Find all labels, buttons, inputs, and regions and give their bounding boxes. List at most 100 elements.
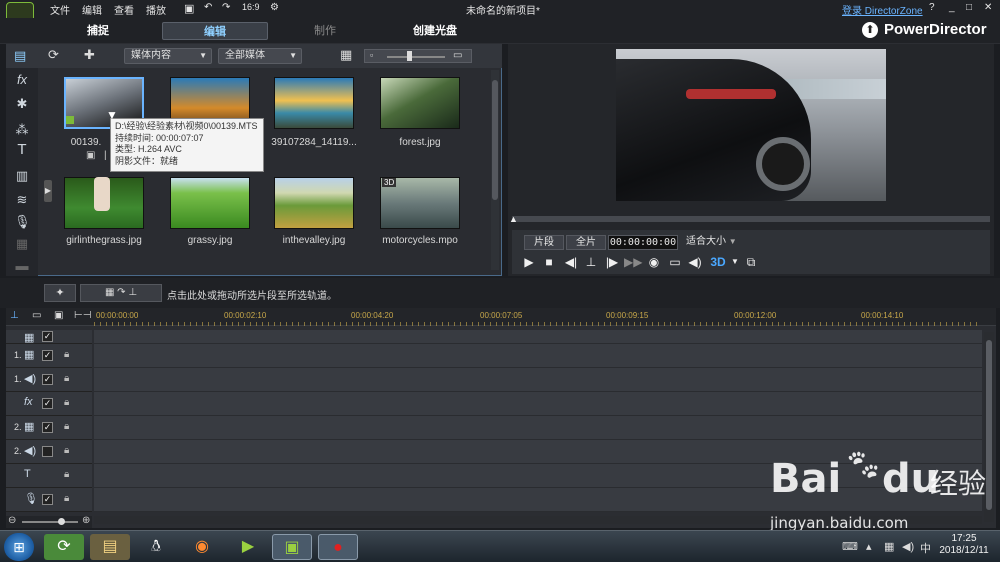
track-lane[interactable] [94,392,982,416]
expand-panel-handle[interactable]: ▶ [44,180,52,202]
track-enable-checkbox[interactable]: ✓ [42,331,53,342]
tab-produce[interactable]: 制作 [290,22,360,40]
pip-icon[interactable]: ✱ [14,96,30,112]
upgrade-icon[interactable]: ⬆ [862,22,878,38]
maximize-button[interactable]: □ [966,2,972,13]
track-enable-checkbox[interactable]: ✓ [42,350,53,361]
save-icon[interactable]: ▣ [184,2,194,15]
play-icon[interactable]: ▶ [521,254,537,270]
lock-icon[interactable]: 🔒︎ [64,421,69,432]
taskbar-app-recorder[interactable]: ● [318,534,358,560]
speaker-icon[interactable]: ◀) [902,540,914,553]
thumbnail-size-slider[interactable]: ▫ ▭ [364,49,472,63]
minimize-button[interactable]: _ [949,2,955,13]
taskbar-clock[interactable]: 17:25 2018/12/11 [932,533,996,557]
3d-mode-button[interactable]: 3D [710,254,726,270]
start-button[interactable]: ⊞ [4,533,34,561]
track-enable-checkbox[interactable]: ✓ [42,374,53,385]
zoom-handle[interactable] [58,518,65,525]
fast-forward-icon[interactable]: ▶▶ [624,254,642,270]
insert-to-track-button[interactable]: ▦ ↷ ⊥ [80,284,162,302]
undo-icon[interactable]: ↶ [204,2,212,13]
taskbar-app-media[interactable]: ▶ [228,534,268,560]
media-filter-dropdown[interactable]: 媒体内容 ▼ [124,48,212,64]
track-enable-checkbox[interactable]: ✓ [42,422,53,433]
tab-create-disc[interactable]: 创建光盘 [398,22,472,40]
timecode-display[interactable]: 00:00:00:00 [608,235,678,250]
media-room-icon[interactable]: ▤ [14,48,26,64]
track-manager-icon[interactable]: ▭ [32,310,41,321]
track-enable-checkbox[interactable] [42,446,53,457]
particle-icon[interactable]: ⁂ [14,122,30,138]
media-thumb-forest[interactable] [380,77,460,129]
lock-icon[interactable]: 🔒︎ [64,349,69,360]
ime-icon[interactable]: 中 [920,540,931,556]
taskbar-app-360[interactable]: ⟳ [44,534,84,560]
track-lane[interactable] [94,344,982,368]
clip-mode-button[interactable]: 片段 [524,235,564,250]
taskbar-app-qq[interactable]: 🐧︎ [136,534,176,560]
tray-expand-icon[interactable]: ▴ [866,540,872,553]
keyboard-icon[interactable]: ⌨ [842,540,858,553]
undock-icon[interactable]: ⧉ [743,254,759,270]
voiceover-icon[interactable]: 🎙 [14,214,31,230]
storyboard-icon[interactable]: ⊥ [10,310,19,321]
menu-file[interactable]: 文件 [50,2,70,17]
preview-seekbar[interactable] [512,216,990,222]
fit-timeline-icon[interactable]: ⊢⊣ [74,310,91,321]
chapter-icon[interactable]: ▦ [14,236,30,252]
network-icon[interactable]: ▦ [884,540,894,553]
snapshot-icon[interactable]: ◉ [646,254,662,270]
zoom-out-icon[interactable]: ⊖ [8,515,16,526]
tab-capture[interactable]: 捕捉 [60,22,136,40]
audio-mix-icon[interactable]: ≋ [14,192,30,208]
menu-view[interactable]: 查看 [114,2,134,17]
media-thumb-grassy[interactable] [170,177,250,229]
lock-icon[interactable]: 🔒︎ [64,397,69,408]
taskbar-app-explorer[interactable]: ▤ [90,534,130,560]
lock-icon[interactable]: 🔒︎ [64,373,69,384]
stop-icon[interactable]: ■ [541,254,557,270]
preview-quality-icon[interactable]: ▭ [667,254,683,270]
volume-icon[interactable]: ◀) [687,254,703,270]
media-thumb-inthevalley[interactable] [274,177,354,229]
redo-icon[interactable]: ↷ [222,2,230,13]
seek-handle-icon[interactable]: ▲ [509,214,518,224]
login-link[interactable]: 登录 DirectorZone [842,2,923,17]
next-frame-icon[interactable]: |▶ [604,254,620,270]
zoom-in-icon[interactable]: ⊕ [82,515,90,526]
chevron-down-icon[interactable]: ▼ [727,254,743,270]
transition-icon[interactable]: ▥ [14,168,30,184]
library-scroll-thumb[interactable] [492,80,498,200]
media-type-dropdown[interactable]: 全部媒体 ▼ [218,48,302,64]
grid-view-icon[interactable]: ▦ [340,47,352,63]
media-thumb-39107284[interactable] [274,77,354,129]
track-lane[interactable] [94,368,982,392]
marker-icon[interactable]: ▣ [54,310,63,321]
track-enable-checkbox[interactable]: ✓ [42,398,53,409]
fit-size-dropdown[interactable]: 适合大小 ▼ [682,235,740,250]
taskbar-app-powerdirector[interactable]: ▣ [272,534,312,560]
close-button[interactable]: ✕ [984,2,992,13]
slider-handle[interactable] [407,51,412,61]
plugin-icon[interactable]: ✚ [84,47,95,63]
tab-edit[interactable]: 编辑 [162,22,268,40]
import-icon[interactable]: ⟳ [48,47,59,63]
lock-icon[interactable]: 🔒︎ [64,493,69,504]
menu-edit[interactable]: 编辑 [82,2,102,17]
menu-play[interactable]: 播放 [146,2,166,17]
aspect-ratio-select[interactable]: 16:9 [242,2,260,12]
title-icon[interactable]: T [14,142,30,158]
movie-mode-button[interactable]: 全片 [566,235,606,250]
track-lane[interactable] [94,330,982,344]
fx-icon[interactable]: fx [14,72,30,88]
track-lane[interactable] [94,416,982,440]
subtitle-icon[interactable]: ▬ [14,258,30,274]
prev-frame-icon[interactable]: ◀| [563,254,579,270]
taskbar-app-firefox[interactable]: ◉ [182,534,222,560]
lock-icon[interactable]: 🔒︎ [64,469,69,480]
settings-icon[interactable]: ⚙ [270,2,279,13]
lock-icon[interactable]: 🔒︎ [64,445,69,456]
magic-tools-button[interactable]: ✦ [44,284,76,302]
split-icon[interactable]: ⊥ [583,254,599,270]
